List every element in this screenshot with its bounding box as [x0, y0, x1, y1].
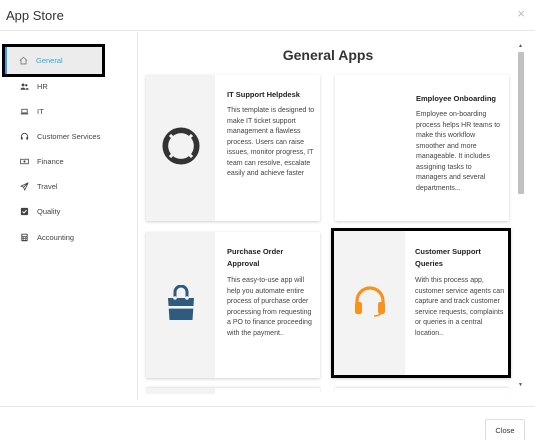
sidebar-item-label: General — [36, 56, 63, 65]
card-description: This template is designed to make IT tic… — [227, 107, 315, 177]
lifebuoy-icon — [161, 126, 200, 170]
money-icon — [20, 157, 29, 166]
card-thumbnail — [146, 232, 215, 378]
dialog-footer: Close — [0, 406, 535, 440]
card-thumbnail — [334, 231, 405, 375]
sidebar-item-customer-services[interactable]: Customer Services — [4, 124, 134, 149]
laptop-icon — [20, 107, 29, 116]
sidebar-item-label: IT — [37, 107, 44, 116]
category-sidebar: General HR IT Customer Services Finance … — [0, 32, 138, 400]
check-square-icon — [20, 207, 29, 216]
card-thumbnail — [146, 75, 215, 221]
app-card-employee-onboarding[interactable]: Employee Onboarding Employee on-boarding… — [335, 75, 509, 221]
card-title: Customer Support Queries — [415, 247, 481, 268]
sidebar-item-label: HR — [37, 82, 48, 91]
scroll-up-arrow-icon[interactable]: ▲ — [518, 43, 523, 49]
close-button[interactable]: Close — [485, 419, 525, 440]
headset-icon — [352, 284, 388, 323]
card-title: Purchase Order Approval — [227, 247, 284, 268]
sidebar-item-quality[interactable]: Quality — [4, 199, 134, 224]
sidebar-item-finance[interactable]: Finance — [4, 149, 134, 174]
card-thumbnail — [146, 388, 215, 394]
section-title: General Apps — [282, 47, 374, 63]
headset-icon — [20, 132, 29, 141]
sidebar-item-label: Customer Services — [37, 132, 101, 141]
sidebar-item-label: Accounting — [37, 233, 75, 242]
sidebar-item-it[interactable]: IT — [4, 99, 134, 124]
card-thumbnail — [335, 75, 404, 221]
plane-icon — [20, 182, 29, 191]
sidebar-item-label: Quality — [37, 207, 61, 216]
card-description: Employee on-boarding process helps HR te… — [416, 111, 501, 192]
apps-panel: General Apps IT Support Helpdesk This te… — [139, 32, 535, 394]
vertical-scrollbar[interactable]: ▲ ▼ — [517, 43, 525, 388]
card-thumbnail — [335, 388, 404, 394]
app-card-partial[interactable] — [335, 388, 509, 394]
card-title: IT Support Helpdesk — [227, 90, 300, 99]
sidebar-item-label: Finance — [37, 157, 64, 166]
sidebar-item-label: Travel — [37, 182, 58, 191]
card-title: Employee Onboarding — [416, 94, 497, 103]
card-description: This easy-to-use app will help you autom… — [227, 277, 312, 337]
sidebar-item-travel[interactable]: Travel — [4, 174, 134, 199]
home-icon — [19, 56, 28, 65]
shopping-bag-icon — [166, 284, 196, 326]
sidebar-item-accounting[interactable]: Accounting — [4, 225, 134, 250]
scroll-thumb[interactable] — [518, 52, 524, 194]
close-icon[interactable]: × — [517, 7, 525, 20]
sidebar-item-hr[interactable]: HR — [4, 74, 134, 99]
app-card-it-support-helpdesk[interactable]: IT Support Helpdesk This template is des… — [146, 75, 320, 221]
app-card-partial[interactable] — [146, 388, 320, 394]
dialog-header: App Store × — [0, 0, 535, 31]
app-card-purchase-order-approval[interactable]: Purchase Order Approval This easy-to-use… — [146, 232, 320, 378]
users-icon — [20, 82, 29, 91]
app-card-customer-support-queries[interactable]: Customer Support Queries With this proce… — [331, 228, 511, 378]
scroll-down-arrow-icon[interactable]: ▼ — [518, 382, 523, 388]
sidebar-item-general[interactable]: General — [2, 44, 105, 77]
card-description: With this process app, customer service … — [415, 277, 505, 337]
dialog-title: App Store — [6, 8, 64, 23]
calculator-icon — [20, 233, 29, 242]
